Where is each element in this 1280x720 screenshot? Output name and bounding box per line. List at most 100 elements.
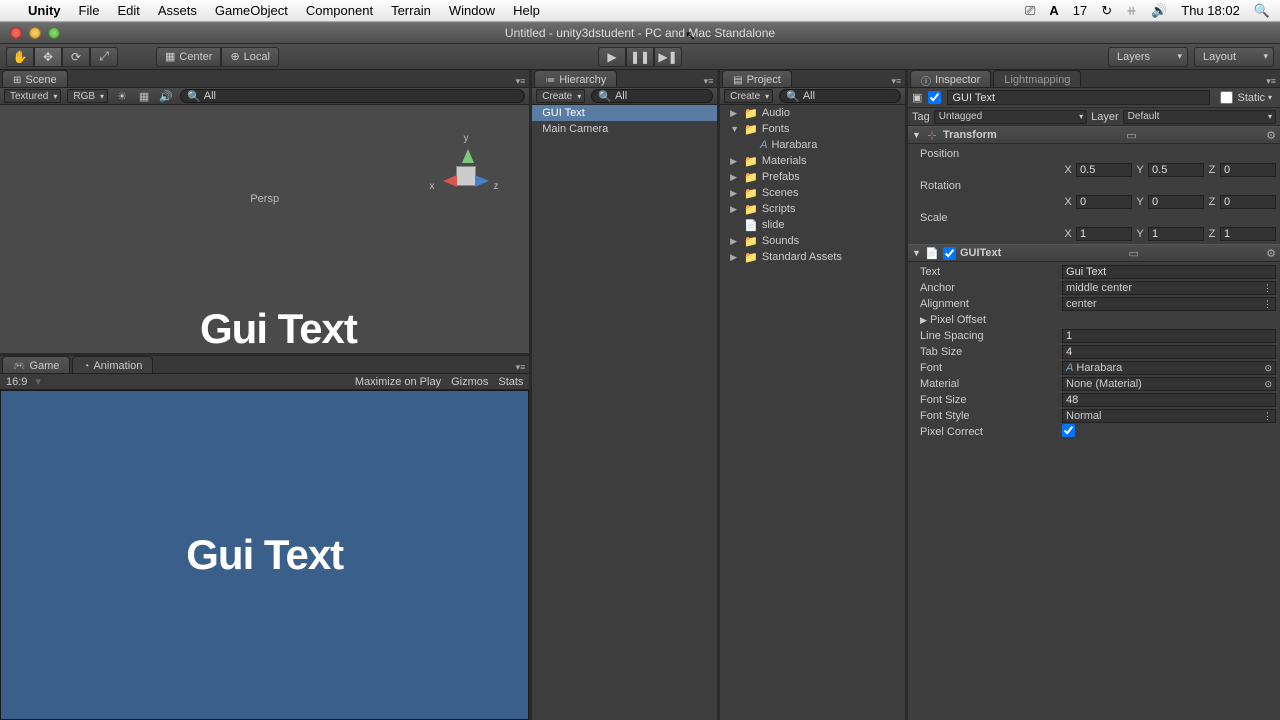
menu-window[interactable]: Window [449, 3, 495, 18]
project-item[interactable]: AHarabara [720, 137, 905, 153]
animation-tab[interactable]: ◔Animation [72, 356, 153, 373]
pause-button[interactable]: ❚❚ [626, 47, 654, 67]
project-item[interactable]: ▶📁Scenes [720, 185, 905, 201]
step-button[interactable]: ▶❚ [654, 47, 682, 67]
project-tab[interactable]: ▤Project [722, 70, 792, 87]
guitext-component-header[interactable]: ▼📄 GUIText ▭ ⚙ [908, 244, 1280, 262]
window-minimize-button[interactable] [29, 27, 41, 39]
hierarchy-list[interactable]: GUI Text Main Camera [532, 105, 717, 720]
tag-dropdown[interactable]: Untagged [934, 110, 1087, 124]
guitext-tabsize-field[interactable] [1062, 345, 1276, 359]
project-item[interactable]: ▼📁Fonts [720, 121, 905, 137]
scene-render-dropdown[interactable]: RGB [67, 89, 108, 103]
hierarchy-item-camera[interactable]: Main Camera [532, 121, 717, 137]
pivot-local-button[interactable]: ⊕Local [221, 47, 279, 67]
active-checkboxի[interactable] [928, 91, 941, 104]
hierarchy-search[interactable]: 🔍All [591, 89, 713, 103]
window-zoom-button[interactable] [48, 27, 60, 39]
project-item[interactable]: ▶📁Audio [720, 105, 905, 121]
rotate-tool-button[interactable]: ⟳ [62, 47, 90, 67]
layer-dropdown[interactable]: Default [1123, 110, 1276, 124]
scene-search[interactable]: 🔍All [180, 89, 525, 103]
project-item[interactable]: ▶📁Materials [720, 153, 905, 169]
orientation-gizmo[interactable]: x y z [431, 141, 501, 211]
layout-dropdown[interactable]: Layout [1194, 47, 1274, 67]
hierarchy-create-dropdown[interactable]: Create [536, 89, 585, 103]
position-y-field[interactable] [1148, 163, 1204, 177]
static-checkbox[interactable] [1220, 91, 1233, 104]
scene-view[interactable]: Gui Text x y z Persp [0, 105, 529, 353]
scene-shading-dropdown[interactable]: Textured [4, 89, 61, 103]
transform-help-icon[interactable]: ▭ [1126, 129, 1136, 142]
guitext-help-icon[interactable]: ▭ [1129, 247, 1139, 260]
timemachine-icon[interactable]: ↻ [1101, 3, 1112, 19]
menu-assets[interactable]: Assets [158, 3, 197, 18]
guitext-fontstyle-dropdown[interactable]: Normal [1062, 409, 1276, 423]
project-create-dropdown[interactable]: Create [724, 89, 773, 103]
guitext-enabled-checkbox[interactable] [943, 247, 956, 260]
project-search[interactable]: 🔍All [779, 89, 901, 103]
project-item[interactable]: ▶📁Standard Assets [720, 249, 905, 265]
aspect-dropdown[interactable]: 16:9 [6, 376, 27, 388]
app-menu[interactable]: Unity [28, 3, 61, 18]
guitext-font-field[interactable]: AHarabara [1062, 361, 1276, 375]
spotlight-icon[interactable]: 🔍 [1254, 3, 1270, 19]
guitext-alignment-dropdown[interactable]: center [1062, 297, 1276, 311]
move-tool-button[interactable]: ✥ [34, 47, 62, 67]
bluetooth-icon[interactable]: ⧺ [1126, 3, 1137, 19]
position-z-field[interactable] [1220, 163, 1276, 177]
rotation-z-field[interactable] [1220, 195, 1276, 209]
guitext-material-field[interactable]: None (Material) [1062, 377, 1276, 391]
hierarchy-panel-options[interactable]: ▾≡ [700, 76, 718, 87]
menu-gameobject[interactable]: GameObject [215, 3, 288, 18]
guitext-pixelcorrect-checkbox[interactable] [1062, 424, 1075, 437]
guitext-gear-icon[interactable]: ⚙ [1266, 247, 1276, 260]
rotation-y-field[interactable] [1148, 195, 1204, 209]
position-x-field[interactable] [1076, 163, 1132, 177]
pivot-center-button[interactable]: ▦Center [156, 47, 221, 67]
projection-label[interactable]: Persp [250, 193, 279, 205]
lightmapping-tab[interactable]: Lightmapping [993, 70, 1081, 87]
scene-tab[interactable]: ⊞Scene [2, 70, 68, 87]
scale-y-field[interactable] [1148, 227, 1204, 241]
rotation-x-field[interactable] [1076, 195, 1132, 209]
guitext-linespacing-field[interactable] [1062, 329, 1276, 343]
volume-icon[interactable]: 🔊 [1151, 3, 1167, 19]
inspector-panel-options[interactable]: ▾≡ [1262, 76, 1280, 87]
hierarchy-tab[interactable]: ≔Hierarchy [534, 70, 617, 87]
project-item[interactable]: 📄slide [720, 217, 905, 233]
scale-z-field[interactable] [1220, 227, 1276, 241]
menu-edit[interactable]: Edit [117, 3, 139, 18]
project-item[interactable]: ▶📁Scripts [720, 201, 905, 217]
project-list[interactable]: ▶📁Audio▼📁FontsAHarabara▶📁Materials▶📁Pref… [720, 105, 905, 720]
menu-component[interactable]: Component [306, 3, 373, 18]
clock[interactable]: Thu 18:02 [1181, 3, 1240, 18]
battery-status[interactable]: 17 [1073, 3, 1087, 18]
scale-x-field[interactable] [1076, 227, 1132, 241]
inspector-tab[interactable]: ⓘInspector [910, 70, 991, 87]
stats-toggle[interactable]: Stats [498, 376, 523, 388]
maximize-on-play-toggle[interactable]: Maximize on Play [355, 376, 441, 388]
scene-audio-toggle[interactable]: 🔊 [158, 89, 174, 103]
object-name-field[interactable] [947, 90, 1209, 105]
guitext-anchor-dropdown[interactable]: middle center [1062, 281, 1276, 295]
project-panel-options[interactable]: ▾≡ [887, 76, 905, 87]
layers-dropdown[interactable]: Layers [1108, 47, 1188, 67]
menu-terrain[interactable]: Terrain [391, 3, 431, 18]
project-item[interactable]: ▶📁Sounds [720, 233, 905, 249]
scene-fx-toggle[interactable]: ▦ [136, 89, 152, 103]
menu-help[interactable]: Help [513, 3, 540, 18]
game-tab[interactable]: 🎮Game [2, 356, 70, 373]
gizmos-toggle[interactable]: Gizmos [451, 376, 488, 388]
transform-component-header[interactable]: ▼⊹ Transform ▭ ⚙ [908, 126, 1280, 144]
hierarchy-item-guitext[interactable]: GUI Text [532, 105, 717, 121]
adobe-icon[interactable]: A [1049, 3, 1058, 18]
hand-tool-button[interactable]: ✋ [6, 47, 34, 67]
scene-light-toggle[interactable]: ☀ [114, 89, 130, 103]
window-close-button[interactable] [10, 27, 22, 39]
menu-file[interactable]: File [79, 3, 100, 18]
play-button[interactable]: ▶ [598, 47, 626, 67]
screen-icon[interactable]: ⎚ [1025, 3, 1035, 19]
game-panel-options[interactable]: ▾≡ [512, 362, 530, 373]
guitext-fontsize-field[interactable] [1062, 393, 1276, 407]
